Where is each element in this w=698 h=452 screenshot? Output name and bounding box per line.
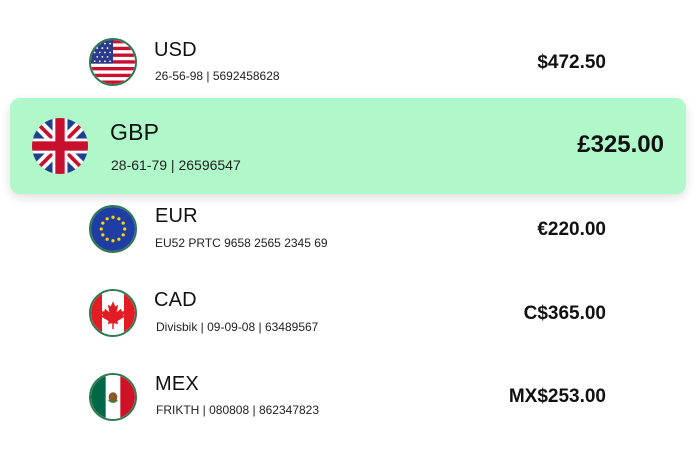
account-details: FRIKTH | 080808 | 862347823 bbox=[156, 403, 320, 417]
account-row-gbp-selected[interactable]: GBP 28-61-79 | 26596547 £325.00 bbox=[10, 98, 686, 194]
account-balance: £325.00 bbox=[577, 131, 664, 158]
account-balance: MX$253.00 bbox=[508, 386, 606, 407]
account-row-eur[interactable]: EUR EU52 PRTC 9658 2565 2345 69 €220.00 bbox=[0, 186, 698, 270]
uk-flag-icon bbox=[32, 118, 88, 174]
account-details: Divisbik | 09-09-08 | 63489567 bbox=[156, 320, 319, 334]
mexico-flag-icon bbox=[89, 373, 137, 421]
currency-code: EUR bbox=[155, 205, 198, 227]
account-details: EU52 PRTC 9658 2565 2345 69 bbox=[155, 236, 328, 250]
account-balance: $472.50 bbox=[537, 52, 606, 73]
us-flag-icon bbox=[89, 38, 137, 86]
account-row-mex[interactable]: MEX FRIKTH | 080808 | 862347823 MX$253.0… bbox=[0, 354, 698, 438]
currency-code: USD bbox=[154, 39, 197, 61]
currency-code: GBP bbox=[110, 119, 160, 145]
currency-code: CAD bbox=[154, 289, 197, 311]
account-details: 26-56-98 | 5692458628 bbox=[155, 69, 280, 83]
account-details: 28-61-79 | 26596547 bbox=[111, 157, 241, 173]
account-balance: C$365.00 bbox=[523, 303, 606, 324]
currency-code: MEX bbox=[155, 373, 199, 395]
account-row-cad[interactable]: CAD Divisbik | 09-09-08 | 63489567 C$365… bbox=[0, 270, 698, 354]
eu-flag-icon bbox=[89, 205, 137, 253]
account-row-usd[interactable]: USD 26-56-98 | 5692458628 $472.50 bbox=[0, 20, 698, 104]
account-balance: €220.00 bbox=[537, 219, 606, 240]
canada-flag-icon bbox=[89, 289, 137, 337]
